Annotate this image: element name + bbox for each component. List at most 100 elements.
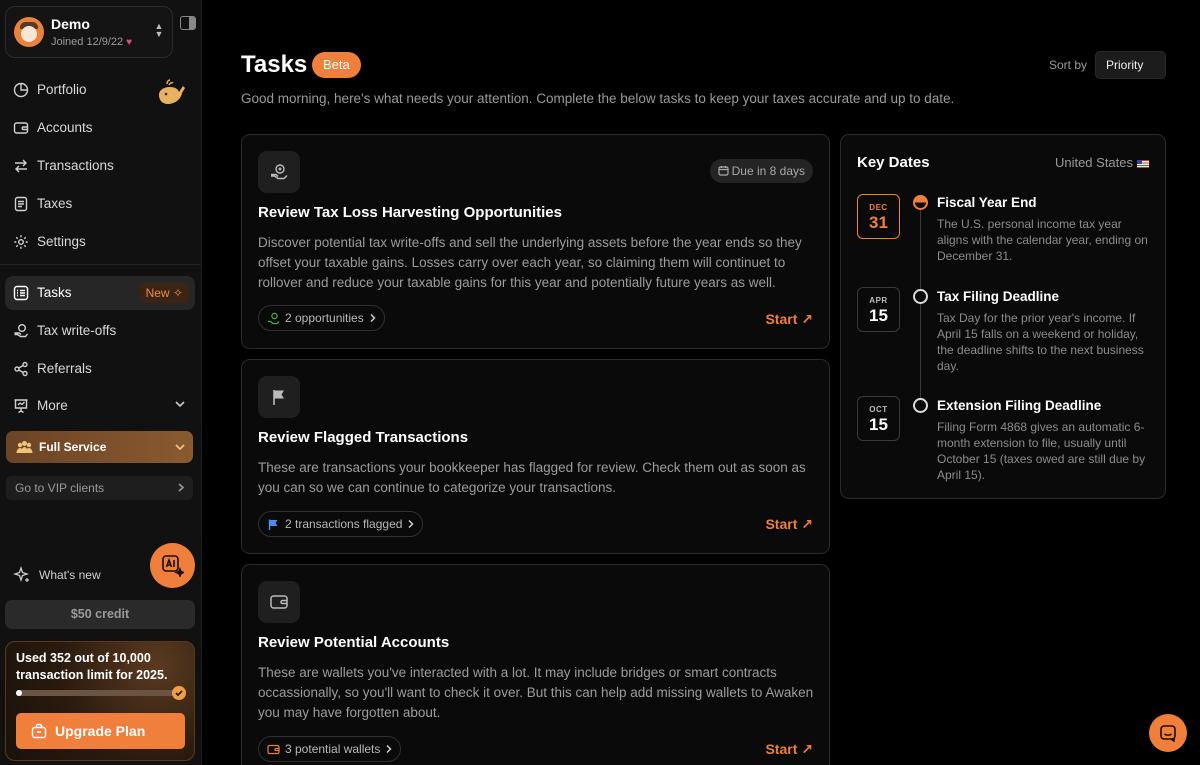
timeline-dot-current [913, 195, 928, 210]
arrow-up-right-icon: ↗ [801, 311, 813, 327]
sidebar-item-tasks[interactable]: Tasks New ✧ [5, 276, 195, 310]
sidebar-item-accounts[interactable]: Accounts [5, 111, 195, 145]
divider [0, 264, 201, 265]
document-icon [14, 196, 28, 212]
start-button[interactable]: Start ↗ [765, 741, 813, 758]
vip-clients-link[interactable]: Go to VIP clients [6, 476, 193, 500]
task-card-tax-loss-harvesting: Due in 8 days Review Tax Loss Harvesting… [241, 134, 830, 349]
ai-assistant-button[interactable] [150, 543, 195, 588]
arrows-swap-icon [15, 159, 27, 173]
key-date-description: Filing Form 4868 gives an automatic 6-mo… [937, 420, 1146, 482]
sort-label: Sort by [1049, 58, 1088, 72]
date-badge: DEC 31 [857, 194, 900, 239]
sidebar-item-label: Tax write-offs [37, 323, 117, 338]
key-dates-panel: Key Dates United States DEC 31 Fiscal Ye… [840, 134, 1166, 499]
wallet-icon [13, 122, 29, 134]
sidebar-item-label: Portfolio [37, 82, 87, 97]
hand-coin-icon [268, 312, 280, 325]
full-service-label: Full Service [39, 440, 107, 454]
date-badge: APR 15 [857, 287, 900, 332]
wallet-icon [267, 744, 280, 755]
key-date-name: Extension Filing Deadline [937, 398, 1102, 413]
timeline-dot [913, 289, 928, 304]
pie-chart-icon [13, 82, 29, 98]
task-icon-box [258, 581, 300, 623]
sparkle-icon [13, 566, 30, 583]
opportunities-chip[interactable]: 2 opportunities [258, 305, 385, 331]
sidebar-item-transactions[interactable]: Transactions [5, 149, 195, 183]
task-title: Review Potential Accounts [258, 634, 450, 651]
sidebar-item-tax-writeoffs[interactable]: Tax write-offs [5, 314, 195, 348]
account-switcher[interactable]: Demo Joined 12/9/22 ♥ ▲ ▼ [5, 6, 173, 58]
user-joined: Joined 12/9/22 ♥ [51, 36, 133, 48]
flag-icon [268, 519, 278, 530]
task-description: These are transactions your bookkeeper h… [258, 460, 806, 495]
usage-card: Used 352 out of 10,000 transaction limit… [5, 641, 195, 761]
arrow-up-right-icon: ↗ [801, 516, 813, 532]
sidebar-item-label: Transactions [37, 158, 114, 173]
new-badge: New ✧ [139, 283, 189, 303]
task-card-flagged-transactions: Review Flagged Transactions These are tr… [241, 359, 830, 554]
sidebar: Demo Joined 12/9/22 ♥ ▲ ▼ Portfolio Accoun… [0, 0, 202, 765]
sidebar-item-label: Accounts [37, 120, 93, 135]
arrow-up-right-icon: ↗ [801, 741, 813, 757]
sort-select[interactable]: Priority [1095, 51, 1166, 79]
key-date-description: Tax Day for the prior year's income. If … [937, 311, 1144, 373]
concierge-icon [16, 441, 33, 453]
task-description: These are wallets you've interacted with… [258, 665, 814, 720]
avatar [14, 17, 44, 47]
chat-support-button[interactable] [1149, 714, 1187, 752]
calendar-icon [718, 166, 729, 176]
task-card-potential-accounts: Review Potential Accounts These are wall… [241, 564, 830, 765]
briefcase-icon [31, 723, 47, 739]
start-button[interactable]: Start ↗ [765, 311, 813, 328]
ai-icon [162, 555, 184, 577]
hand-coin-icon [14, 324, 29, 338]
country-selector[interactable]: United States [1055, 155, 1149, 170]
usage-text: Used 352 out of 10,000 transaction limit… [16, 651, 168, 682]
wallet-icon [270, 595, 288, 609]
potential-wallets-chip[interactable]: 3 potential wallets [258, 736, 402, 762]
usage-progress-fill [16, 690, 22, 696]
sidebar-item-label: Tasks [37, 285, 72, 300]
key-date-name: Fiscal Year End [937, 195, 1037, 210]
sidebar-item-more[interactable]: More [5, 389, 195, 423]
whale-icon [159, 79, 185, 104]
sidebar-item-referrals[interactable]: Referrals [5, 352, 195, 386]
chevron-up-down-icon[interactable]: ▲ ▼ [152, 22, 166, 42]
date-badge: OCT 15 [857, 396, 900, 441]
due-badge: Due in 8 days [709, 159, 813, 183]
upgrade-plan-button[interactable]: Upgrade Plan [16, 713, 185, 749]
usage-progress-bar [16, 690, 176, 696]
chevron-down-icon [175, 444, 185, 451]
sidebar-toggle-icon[interactable] [180, 16, 196, 30]
key-date-name: Tax Filing Deadline [937, 289, 1060, 304]
full-service-selector[interactable]: Full Service [6, 431, 193, 463]
hand-coin-icon [271, 164, 288, 180]
upgrade-plan-label: Upgrade Plan [55, 723, 146, 739]
sidebar-item-label: Settings [37, 234, 86, 249]
check-icon [172, 686, 186, 700]
flagged-transactions-chip[interactable]: 2 transactions flagged [258, 511, 424, 537]
page-subtitle: Good morning, here's what needs your att… [241, 91, 955, 106]
task-description: Discover potential tax write-offs and se… [258, 235, 802, 290]
gear-icon [14, 235, 28, 249]
key-dates-title: Key Dates [857, 154, 930, 171]
page-title: Tasks [241, 51, 308, 78]
task-icon-box [258, 376, 300, 418]
key-date-description: The U.S. personal income tax year aligns… [937, 217, 1148, 263]
presentation-chart-icon [14, 399, 28, 414]
chevron-down-icon [175, 401, 185, 408]
sidebar-item-label: More [37, 398, 68, 413]
chat-icon [1160, 725, 1176, 742]
sidebar-item-taxes[interactable]: Taxes [5, 187, 195, 221]
vip-clients-label: Go to VIP clients [15, 481, 105, 495]
chevron-right-icon [408, 519, 414, 529]
task-icon-box [258, 151, 300, 193]
task-title: Review Tax Loss Harvesting Opportunities [258, 204, 562, 221]
start-button[interactable]: Start ↗ [765, 516, 813, 533]
heart-icon: ♥ [126, 37, 133, 48]
credit-button[interactable]: $50 credit [5, 600, 195, 629]
sidebar-item-settings[interactable]: Settings [5, 225, 195, 259]
chevron-right-icon [178, 483, 185, 492]
